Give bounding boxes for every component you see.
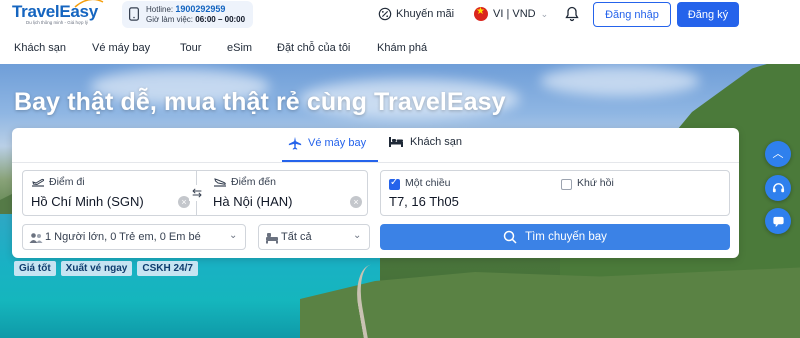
badge-good-price: Giá tốt [14, 261, 56, 276]
nav-item-esim[interactable]: eSim [227, 42, 252, 54]
chat-icon [772, 216, 784, 227]
round-trip-checkbox[interactable] [561, 179, 572, 190]
support-button[interactable] [765, 175, 791, 201]
badge-instant-ticket: Xuất vé ngay [60, 261, 133, 276]
departure-date-input[interactable]: T7, 16 Th05 [389, 194, 459, 209]
logo-swoosh-icon [74, 0, 104, 8]
cabin-class-select[interactable]: Tất cả ⌄ [258, 224, 370, 250]
hours-label: Giờ làm việc: [146, 15, 194, 24]
nav-item-my-bookings[interactable]: Đặt chỗ của tôi [277, 42, 350, 54]
search-button-label: Tìm chuyến bay [525, 231, 607, 243]
landing-icon [214, 178, 226, 187]
logo-tagline: Du lịch thông minh - Giá hợp lý [26, 20, 88, 25]
destination-input[interactable]: Hà Nội (HAN) [213, 194, 292, 209]
search-icon [503, 230, 517, 244]
plane-icon [288, 136, 302, 150]
clear-destination-icon[interactable]: × [350, 196, 362, 208]
date-field-group: Một chiều Khứ hồi T7, 16 Th05 [380, 170, 730, 216]
hotline-box[interactable]: Hotline: 1900292959 Giờ làm việc: 06:00 … [122, 1, 253, 28]
takeoff-icon [32, 178, 45, 187]
scroll-top-button[interactable]: ︿ [765, 141, 791, 167]
chevron-down-icon: ⌄ [353, 230, 362, 241]
destination-label-row: Điểm đến [213, 176, 276, 188]
nav-item-flights[interactable]: Vé máy bay [92, 42, 150, 54]
nav-item-tour[interactable]: Tour [180, 42, 201, 54]
login-button[interactable]: Đăng nhập [593, 2, 671, 27]
search-card: Vé máy bay Khách sạn Điểm đi Hồ Chí Minh… [12, 128, 739, 258]
seat-icon [266, 233, 278, 244]
hotline-label: Hotline: [146, 5, 174, 14]
tab-flights[interactable]: Vé máy bay [288, 136, 366, 150]
tab-divider [12, 162, 739, 163]
lang-currency-label: VI | VND [493, 8, 536, 20]
discount-icon [378, 7, 392, 21]
language-currency-select[interactable]: VI | VND ⌄ [474, 7, 548, 21]
swap-route-icon[interactable]: ⇆ [189, 185, 205, 201]
bell-icon[interactable] [565, 6, 579, 22]
origin-label-row: Điểm đi [31, 176, 85, 188]
chevron-down-icon: ⌄ [229, 230, 238, 241]
tab-flights-label: Vé máy bay [308, 137, 367, 149]
headset-icon [772, 182, 784, 192]
bed-icon [389, 137, 403, 147]
passengers-value: 1 Người lớn, 0 Trẻ em, 0 Em bé [45, 231, 201, 243]
one-way-checkbox[interactable] [389, 177, 400, 190]
promo-link[interactable]: Khuyến mãi [378, 7, 454, 21]
origin-label: Điểm đi [49, 176, 85, 188]
tab-hotels[interactable]: Khách sạn [388, 136, 462, 148]
chevron-down-icon: ⌄ [540, 8, 549, 19]
passengers-select[interactable]: 1 Người lớn, 0 Trẻ em, 0 Em bé ⌄ [22, 224, 246, 250]
destination-label: Điểm đến [231, 176, 276, 188]
main-nav: Khách sạn Vé máy bay Tour eSim Đặt chỗ c… [0, 32, 800, 64]
chat-button[interactable] [765, 208, 791, 234]
phone-icon [129, 7, 139, 21]
search-flights-button[interactable]: Tìm chuyến bay [380, 224, 730, 250]
top-bar: TravelEasy Du lịch thông minh - Giá hợp … [0, 0, 800, 32]
round-trip-label: Khứ hồi [577, 177, 614, 189]
register-button[interactable]: Đăng ký [677, 2, 739, 27]
logo[interactable]: TravelEasy Du lịch thông minh - Giá hợp … [12, 0, 104, 25]
route-field-group: Điểm đi Hồ Chí Minh (SGN) × ⇆ Điểm đến H… [22, 170, 368, 216]
feature-badges: Giá tốt Xuất vé ngay CSKH 24/7 [14, 261, 198, 276]
hours-value: 06:00 – 00:00 [195, 15, 246, 24]
cabin-class-value: Tất cả [281, 231, 312, 243]
cloud [540, 66, 700, 96]
origin-input[interactable]: Hồ Chí Minh (SGN) [31, 194, 144, 209]
nav-item-hotels[interactable]: Khách sạn [14, 42, 66, 54]
hero-title: Bay thật dễ, mua thật rẻ cùng TravelEasy [14, 88, 506, 116]
tab-hotels-label: Khách sạn [410, 136, 462, 148]
promo-label: Khuyến mãi [396, 8, 455, 20]
hotline-number[interactable]: 1900292959 [175, 4, 225, 14]
badge-support: CSKH 24/7 [137, 261, 198, 276]
chevron-up-icon: ︿ [772, 147, 784, 160]
one-way-label: Một chiều [405, 177, 451, 189]
nav-item-explore[interactable]: Khám phá [377, 42, 427, 54]
vietnam-flag-icon [474, 7, 488, 21]
users-icon [29, 233, 43, 243]
hero-banner: Bay thật dễ, mua thật rẻ cùng TravelEasy… [0, 64, 800, 338]
